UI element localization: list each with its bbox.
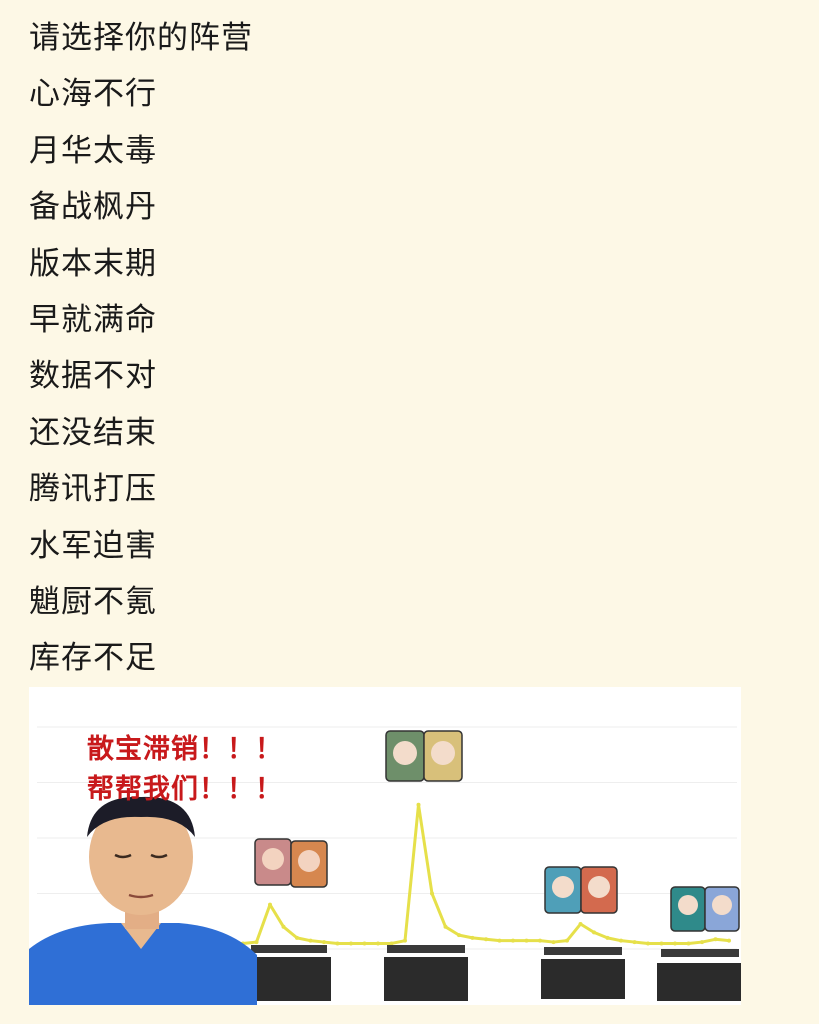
- chart-point: [538, 938, 542, 943]
- chart-point: [511, 938, 515, 943]
- chart-point: [592, 930, 596, 935]
- chart-point: [443, 924, 448, 929]
- chart-point: [632, 940, 637, 945]
- chart-point: [673, 941, 677, 946]
- chart-point: [430, 891, 434, 896]
- chart-point: [565, 938, 569, 943]
- chart-point: [551, 940, 556, 945]
- chart-point: [686, 941, 691, 946]
- chart-point: [578, 922, 583, 927]
- chart-point: [457, 933, 461, 938]
- character-portraits-3: [544, 866, 618, 914]
- chart-point: [295, 935, 299, 940]
- chart-point: [497, 938, 502, 943]
- character-portraits-4: [670, 886, 740, 932]
- meme-image: 散宝滞销！！！ 帮帮我们！！！: [29, 687, 741, 1005]
- chart-point: [700, 940, 704, 945]
- meme-caption-line2: 帮帮我们！！！: [87, 774, 283, 805]
- chart-point: [268, 902, 272, 907]
- meme-caption-line1: 散宝滞销！！！: [87, 734, 283, 765]
- info-boxes: [247, 945, 741, 1001]
- chart-point: [659, 941, 664, 946]
- chart-point: [524, 938, 529, 943]
- chart-point: [713, 937, 718, 942]
- chart-point: [376, 941, 380, 946]
- chart-point: [646, 941, 650, 946]
- chart-point: [389, 941, 394, 946]
- chart-point: [484, 937, 488, 942]
- list-item: 备战枫丹: [29, 189, 157, 226]
- chart-point: [416, 802, 421, 807]
- chart-point: [470, 935, 475, 940]
- chart-point: [605, 935, 610, 940]
- chart-point: [349, 941, 353, 946]
- list-item: 月华太毒: [29, 132, 157, 169]
- list-item: 魈厨不氪: [29, 583, 157, 620]
- chart-point: [308, 938, 313, 943]
- chart-point: [403, 938, 407, 943]
- list-item: 数据不对: [29, 358, 157, 395]
- chart-point: [335, 941, 340, 946]
- character-portraits-1: [254, 838, 328, 888]
- chart-point: [362, 941, 367, 946]
- list-item: 版本末期: [29, 245, 157, 282]
- character-portraits-2: [385, 730, 463, 782]
- chart-point: [281, 924, 286, 929]
- chart-point: [619, 938, 623, 943]
- chart-point: [254, 940, 259, 945]
- list-item: 还没结束: [29, 414, 157, 451]
- list-item: 水军迫害: [29, 527, 157, 564]
- chart-point: [727, 938, 731, 943]
- person-figure: [29, 796, 257, 1005]
- choice-list: 请选择你的阵营 心海不行 月华太毒 备战枫丹 版本末期 早就满命 数据不对 还没…: [29, 14, 253, 691]
- list-item: 心海不行: [29, 76, 157, 113]
- list-item: 库存不足: [29, 640, 157, 677]
- list-item: 请选择你的阵营: [29, 20, 253, 56]
- chart-point: [322, 940, 326, 945]
- list-item: 腾讯打压: [29, 471, 157, 508]
- list-item: 早就满命: [29, 301, 157, 338]
